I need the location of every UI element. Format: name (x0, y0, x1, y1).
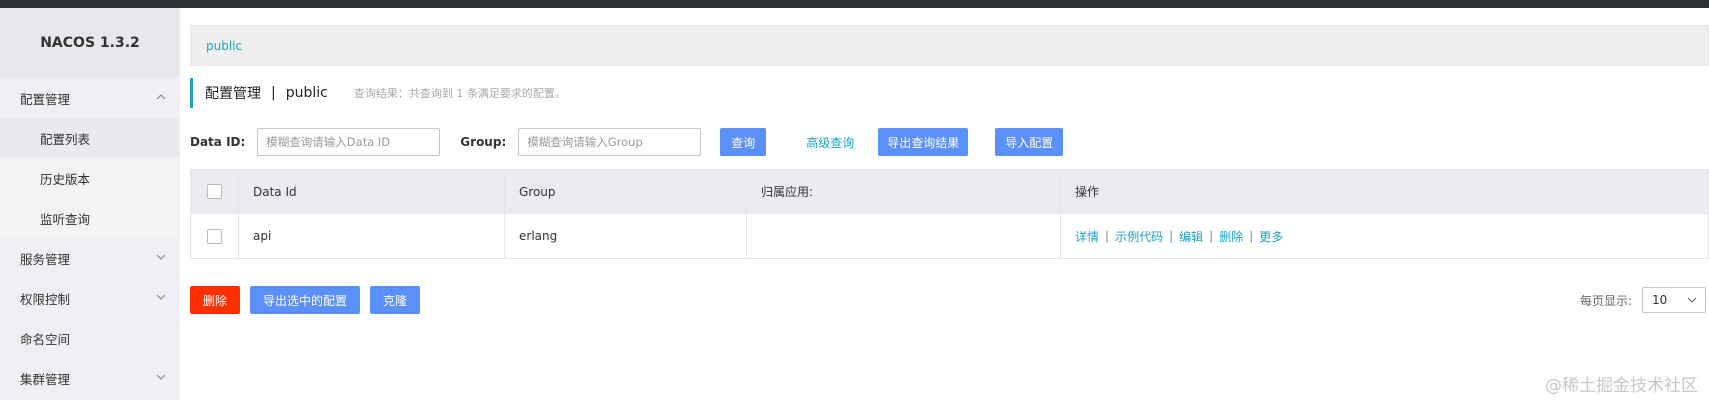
action-separator: | (1209, 229, 1214, 243)
row-checkbox-cell (191, 214, 239, 258)
header-group: Group (505, 170, 747, 213)
more-link[interactable]: 更多 (1259, 228, 1283, 245)
brand-logo: NACOS 1.3.2 (0, 8, 180, 78)
page-title-namespace: public (285, 85, 328, 101)
sidebar-item-label: 集群管理 (20, 371, 71, 387)
page-size-select[interactable]: 10 (1642, 287, 1707, 313)
title-separator: | (271, 85, 276, 101)
select-all-checkbox[interactable] (207, 184, 222, 199)
query-button[interactable]: 查询 (720, 128, 767, 156)
search-bar: Data ID: Group: 查询 高级查询 导出查询结果 导入配置 (190, 127, 1064, 157)
chevron-down-icon (156, 254, 166, 260)
header-app: 归属应用: (747, 170, 1061, 213)
action-separator: | (1169, 229, 1174, 243)
header-data-id: Data Id (239, 170, 505, 213)
edit-link[interactable]: 编辑 (1179, 228, 1203, 245)
export-selected-button[interactable]: 导出选中的配置 (250, 286, 360, 314)
sidebar-item-label: 配置列表 (40, 131, 91, 147)
chevron-down-icon (156, 374, 166, 380)
top-bar (0, 0, 1709, 8)
row-checkbox[interactable] (207, 228, 222, 244)
sidebar-item-label: 配置管理 (20, 91, 71, 107)
delete-link[interactable]: 删除 (1219, 228, 1243, 245)
query-result-hint: 查询结果：共查询到 1 条满足要求的配置。 (353, 87, 566, 100)
bulk-actions: 删除 导出选中的配置 克隆 (190, 286, 420, 314)
table-header: Data Id Group 归属应用: 操作 (191, 170, 1708, 214)
sidebar-item-listener-query[interactable]: 监听查询 (0, 198, 180, 238)
clone-button[interactable]: 克隆 (370, 286, 420, 314)
sidebar-item-label: 服务管理 (20, 251, 71, 267)
header-actions: 操作 (1075, 185, 1100, 199)
dataid-search-input[interactable] (257, 128, 441, 156)
sidebar-item-config-management[interactable]: 配置管理 (0, 78, 180, 118)
chevron-up-icon (156, 94, 166, 100)
sidebar-item-namespace[interactable]: 命名空间 (0, 318, 180, 358)
sidebar-item-config-list[interactable]: 配置列表 (0, 118, 180, 158)
sidebar: NACOS 1.3.2 配置管理 配置列表 历史版本 监听查询 服务管理 权限控… (0, 8, 180, 400)
sidebar-item-label: 历史版本 (40, 171, 91, 187)
header-checkbox-cell (191, 170, 239, 213)
cell-actions: 详情 | 示例代码 | 编辑 | 删除 | 更多 (1061, 214, 1708, 258)
page-size-control: 每页显示: 10 (1580, 286, 1707, 314)
group-label: Group: (460, 135, 507, 149)
action-separator: | (1105, 229, 1110, 243)
chevron-down-icon (156, 294, 166, 300)
chevron-down-icon (1687, 297, 1697, 303)
advanced-query-link[interactable]: 高级查询 (806, 134, 854, 151)
sidebar-item-label: 命名空间 (20, 331, 71, 347)
page-size-label: 每页显示: (1580, 293, 1633, 308)
sidebar-item-label: 权限控制 (20, 291, 71, 307)
page-size-value: 10 (1652, 293, 1668, 307)
sample-code-link[interactable]: 示例代码 (1115, 228, 1163, 245)
cell-group: erlang (505, 214, 747, 258)
sidebar-item-history[interactable]: 历史版本 (0, 158, 180, 198)
cell-data-id: api (239, 214, 505, 258)
table-row: api erlang 详情 | 示例代码 | 编辑 | 删除 | 更多 (191, 214, 1708, 258)
cell-app (747, 214, 1061, 258)
main-content: public 配置管理 | public 查询结果：共查询到 1 条满足要求的配… (180, 8, 1709, 400)
delete-selected-button[interactable]: 删除 (190, 286, 240, 314)
page-title-text: 配置管理 (205, 86, 261, 102)
import-config-button[interactable]: 导入配置 (995, 128, 1064, 156)
config-table: Data Id Group 归属应用: 操作 api erlang 详情 | 示… (190, 169, 1709, 259)
export-results-button[interactable]: 导出查询结果 (878, 128, 969, 156)
details-link[interactable]: 详情 (1075, 228, 1099, 245)
sidebar-item-permission-control[interactable]: 权限控制 (0, 278, 180, 318)
watermark: @稀土掘金技术社区 (1545, 376, 1698, 396)
namespace-bar: public (190, 25, 1709, 66)
sidebar-item-service-management[interactable]: 服务管理 (0, 238, 180, 278)
sidebar-item-label: 监听查询 (40, 211, 91, 227)
action-separator: | (1249, 229, 1254, 243)
namespace-tab-public[interactable]: public (206, 39, 242, 53)
dataid-label: Data ID: (190, 135, 246, 149)
page-title: 配置管理 | public 查询结果：共查询到 1 条满足要求的配置。 (190, 78, 566, 108)
sidebar-item-cluster-management[interactable]: 集群管理 (0, 358, 180, 398)
group-search-input[interactable] (518, 128, 702, 156)
